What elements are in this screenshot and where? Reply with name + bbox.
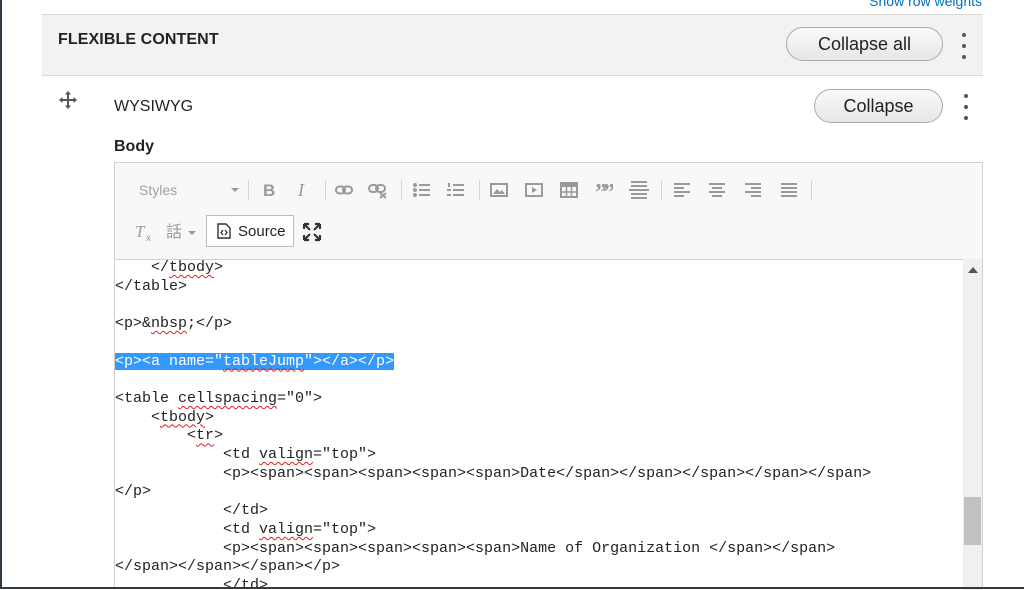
svg-text:話: 話 [166,222,182,240]
chevron-down-icon [231,188,239,192]
window-frame-left [0,0,2,589]
paragraph-type-label: WYSIWYG [114,98,194,115]
styles-dropdown[interactable]: Styles [131,179,243,201]
code-line: <tr> [115,427,224,445]
svg-text:T: T [135,223,146,241]
blockquote-icon[interactable]: ”” [593,179,615,201]
align-center-icon[interactable] [706,179,728,201]
code-line: <p><a name="tableJump"></a></p> [115,352,395,371]
bulleted-list-icon[interactable] [411,179,433,201]
svg-text:B: B [263,182,275,198]
styles-dropdown-label: Styles [139,182,178,198]
flexible-content-header: FLEXIBLE CONTENT Collapse all [42,14,983,76]
svg-text:I: I [297,182,305,198]
horizontal-rule-icon[interactable] [628,177,650,203]
code-line: </table> [115,277,188,295]
source-code-textarea[interactable]: </tbody> </table> <p>&nbsp;</p> <p><a name=… [115,259,963,590]
section-title: FLEXIBLE CONTENT [58,31,219,48]
code-line: <tbody> [115,408,215,426]
spellcheck-word: tbody [160,408,206,426]
language-icon[interactable]: 話 [165,220,201,242]
source-button[interactable]: Source [206,215,294,247]
drag-handle-icon[interactable] [59,91,77,109]
scroll-up-icon[interactable] [968,267,978,273]
code-scrollbar[interactable] [963,259,982,590]
toolbar-separator [479,180,480,200]
toolbar-separator [325,180,326,200]
image-icon[interactable] [488,179,510,201]
spellcheck-word: cellspacing [178,389,278,407]
table-icon[interactable] [558,179,580,201]
code-line: <p><span><span><span><span><span>Name of… [115,539,836,557]
paragraph-operations-menu-icon[interactable] [960,94,972,120]
toolbar-separator [401,180,402,200]
numbered-list-icon[interactable] [445,179,467,201]
toolbar-separator [811,180,812,200]
spellcheck-word: valign [259,446,314,463]
media-icon[interactable] [523,179,545,201]
collapse-button[interactable]: Collapse [814,89,943,123]
code-line: <p>&nbsp;</p> [115,315,233,333]
unlink-icon[interactable] [367,179,389,203]
toolbar-separator [248,180,249,200]
align-right-icon[interactable] [742,179,764,201]
spellcheck-word: nbsp [151,315,188,333]
collapse-all-button[interactable]: Collapse all [786,27,943,61]
align-left-icon[interactable] [671,179,693,201]
code-line: <table cellspacing="0"> [115,389,323,407]
body-field-label: Body [114,138,154,155]
svg-text:x: x [146,233,151,241]
source-button-label: Source [238,222,286,240]
bold-icon[interactable]: B [258,179,280,201]
code-line: <td valign="top"> [115,520,377,538]
selected-text: <p><a name="tableJump"></a></p> [115,352,395,370]
remove-format-icon[interactable]: Tx [133,221,155,243]
code-line: <td valign="top"> [115,446,377,463]
link-icon[interactable] [333,179,355,201]
justify-icon[interactable] [778,179,800,201]
spellcheck-word: tr [196,427,215,445]
code-line: </p> [115,483,152,501]
svg-text:”: ” [603,184,613,196]
code-line: </span></span></span></p> [115,558,341,576]
code-line: </tbody> [115,259,224,276]
source-icon [217,223,231,239]
maximize-icon[interactable] [301,221,323,243]
scrollbar-thumb[interactable] [964,497,981,545]
spellcheck-word: valign [259,520,314,538]
editor-toolbar: Styles B I T x 話 Source [115,163,982,260]
toolbar-separator [661,180,662,200]
wysiwyg-editor: Styles B I T x 話 Source </tbody> </table… [114,162,983,590]
code-line: <p><span><span><span><span><span>Date</s… [115,464,872,482]
code-line: </td> [115,502,269,520]
section-operations-menu-icon[interactable] [958,33,970,59]
italic-icon[interactable]: I [292,179,314,201]
show-row-weights-link[interactable]: Show row weights [869,0,982,9]
spellcheck-word: tbody [169,259,215,276]
